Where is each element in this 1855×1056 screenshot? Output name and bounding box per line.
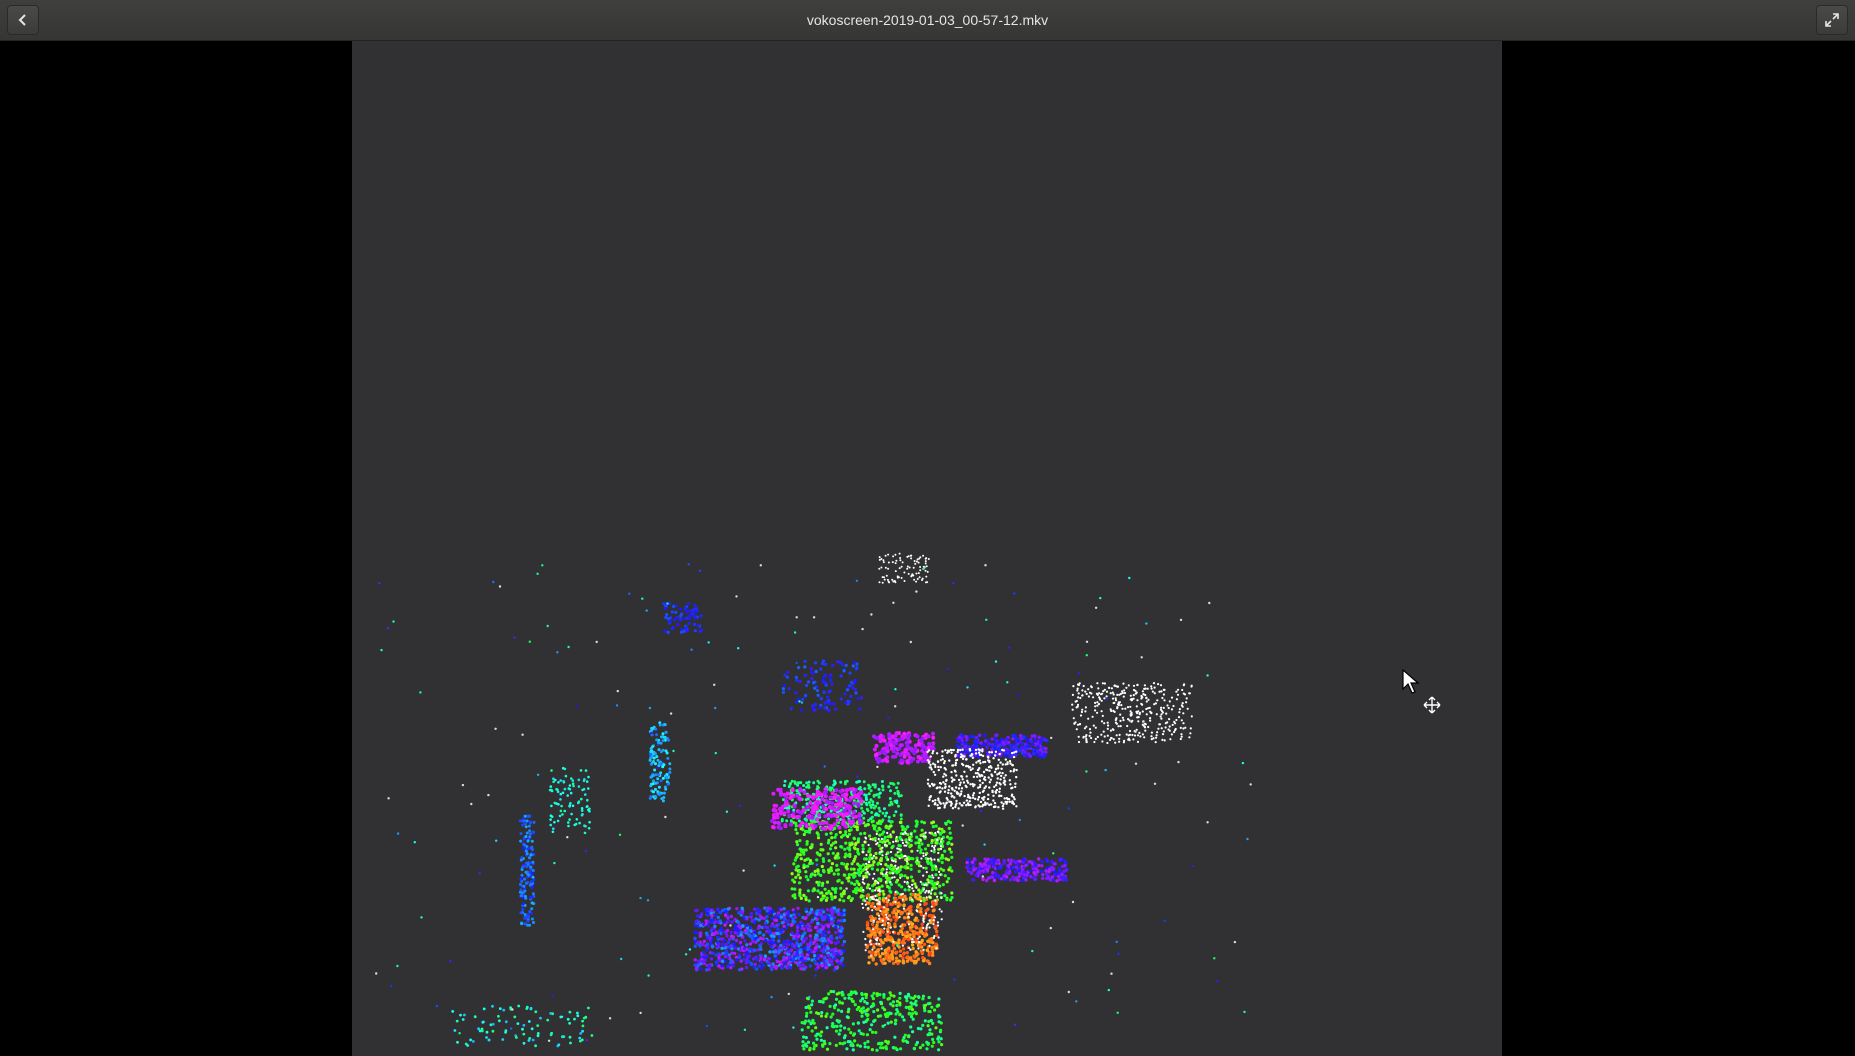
video-area[interactable] bbox=[0, 41, 1855, 1056]
fullscreen-icon bbox=[1825, 13, 1839, 27]
title-bar: vokoscreen-2019-01-03_00-57-12.mkv bbox=[0, 0, 1855, 41]
point-cloud-visualization bbox=[375, 552, 1252, 1052]
fullscreen-button[interactable] bbox=[1816, 5, 1848, 35]
window-title: vokoscreen-2019-01-03_00-57-12.mkv bbox=[806, 12, 1049, 28]
video-frame[interactable] bbox=[352, 41, 1502, 1056]
